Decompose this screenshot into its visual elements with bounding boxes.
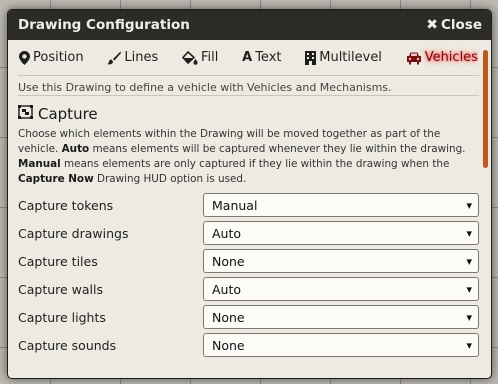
select-value: Manual xyxy=(212,197,258,213)
select-value: Auto xyxy=(212,225,242,241)
capture-tokens-select[interactable]: Manual ▾ xyxy=(203,193,479,217)
map-marker-icon xyxy=(19,50,30,65)
window-titlebar[interactable]: Drawing Configuration ✖ Close xyxy=(8,10,491,40)
chevron-down-icon: ▾ xyxy=(466,282,472,296)
field-capture-tokens: Capture tokens Manual ▾ xyxy=(18,191,479,219)
field-label: Capture lights xyxy=(18,309,106,325)
field-label: Capture tokens xyxy=(18,197,114,213)
window-content: Position Lines Fill A Text Multilevel Ve… xyxy=(18,40,479,378)
window-title: Drawing Configuration xyxy=(18,17,190,33)
chevron-down-icon: ▾ xyxy=(466,310,472,324)
tab-lines-label: Lines xyxy=(124,50,159,65)
field-label: Capture walls xyxy=(18,281,104,297)
brush-icon xyxy=(107,51,122,65)
notes-auto: Auto xyxy=(61,143,90,155)
capture-notes: Choose which elements within the Drawing… xyxy=(18,127,479,187)
drawing-config-window: Drawing Configuration ✖ Close Position L… xyxy=(7,9,492,379)
field-label: Capture tiles xyxy=(18,253,98,269)
select-value: None xyxy=(212,253,245,269)
tab-bar: Position Lines Fill A Text Multilevel Ve… xyxy=(18,40,479,76)
capture-title: Capture xyxy=(38,105,98,123)
close-button[interactable]: ✖ Close xyxy=(426,17,482,33)
tab-lines[interactable]: Lines xyxy=(107,50,158,65)
notes-capture-now: Capture Now xyxy=(18,173,94,185)
tab-fill[interactable]: Fill xyxy=(182,50,218,65)
capture-heading: Capture xyxy=(18,105,479,123)
select-value: Auto xyxy=(212,281,242,297)
capture-drawings-select[interactable]: Auto ▾ xyxy=(203,221,479,245)
tab-multilevel-label: Multilevel xyxy=(319,50,382,65)
chevron-down-icon: ▾ xyxy=(466,254,472,268)
capture-lights-select[interactable]: None ▾ xyxy=(203,305,479,329)
close-label: Close xyxy=(440,17,482,33)
fill-bucket-icon xyxy=(182,50,198,65)
field-label: Capture drawings xyxy=(18,225,129,241)
content-scrollbar[interactable] xyxy=(483,50,488,168)
capture-walls-select[interactable]: Auto ▾ xyxy=(203,277,479,301)
field-capture-drawings: Capture drawings Auto ▾ xyxy=(18,219,479,247)
tab-position[interactable]: Position xyxy=(19,50,84,65)
font-icon: A xyxy=(242,50,253,65)
capture-sounds-select[interactable]: None ▾ xyxy=(203,333,479,357)
tab-vehicles-label: Vehicles xyxy=(424,50,478,65)
tab-text[interactable]: A Text xyxy=(242,50,281,65)
field-capture-walls: Capture walls Auto ▾ xyxy=(18,275,479,303)
field-capture-tiles: Capture tiles None ▾ xyxy=(18,247,479,275)
building-icon xyxy=(305,50,317,65)
notes-text-4: Drawing HUD option is used. xyxy=(96,173,247,185)
tab-hint: Use this Drawing to define a vehicle wit… xyxy=(18,76,479,96)
field-label: Capture sounds xyxy=(18,337,117,353)
chevron-down-icon: ▾ xyxy=(466,226,472,240)
field-capture-lights: Capture lights None ▾ xyxy=(18,303,479,331)
tab-text-label: Text xyxy=(255,50,282,65)
vehicle-icon xyxy=(406,51,422,65)
tab-multilevel[interactable]: Multilevel xyxy=(305,50,382,65)
select-value: None xyxy=(212,337,245,353)
close-icon: ✖ xyxy=(426,17,438,33)
notes-text-3: means elements are only captured if they… xyxy=(64,158,450,170)
tab-vehicles[interactable]: Vehicles xyxy=(406,50,478,65)
capture-fields: Capture tokens Manual ▾ Capture drawings… xyxy=(18,191,479,359)
capture-tiles-select[interactable]: None ▾ xyxy=(203,249,479,273)
chevron-down-icon: ▾ xyxy=(466,198,472,212)
notes-manual: Manual xyxy=(18,158,61,170)
select-value: None xyxy=(212,309,245,325)
tab-position-label: Position xyxy=(33,50,84,65)
tab-fill-label: Fill xyxy=(201,50,219,65)
notes-text-2: means elements will be captured whenever… xyxy=(92,143,466,155)
field-capture-sounds: Capture sounds None ▾ xyxy=(18,331,479,359)
object-group-icon xyxy=(18,105,33,123)
chevron-down-icon: ▾ xyxy=(466,338,472,352)
